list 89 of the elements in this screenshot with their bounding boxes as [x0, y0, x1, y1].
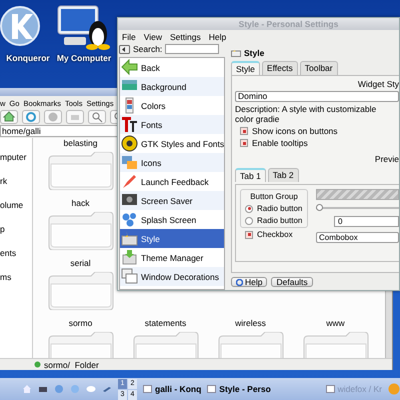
taskbar-button[interactable]: galli - Konq: [143, 384, 202, 394]
window-icon: [207, 385, 216, 393]
checkbox[interactable]: [240, 127, 248, 135]
group-title: Widget Sty: [356, 79, 399, 89]
lifebuoy-icon: [236, 278, 243, 286]
group-title: Previe: [374, 154, 399, 164]
search-label: Search:: [133, 44, 162, 54]
module-list-item[interactable]: Colors: [120, 96, 224, 115]
slider-thumb[interactable]: [316, 204, 323, 211]
tab[interactable]: Effects: [262, 61, 298, 75]
checkbox[interactable]: [240, 139, 248, 147]
module-list-item[interactable]: Screen Saver: [120, 191, 224, 210]
module-list-item[interactable]: GTK Styles and Fonts: [120, 134, 224, 153]
module-list-item[interactable]: Theme Manager: [120, 248, 224, 267]
back-arrow-icon: [121, 59, 138, 76]
folder-label[interactable]: statements: [144, 318, 186, 328]
module-list-item[interactable]: Back: [120, 58, 224, 77]
module-list-item[interactable]: Launch Feedback: [120, 172, 224, 191]
folder-icon: [46, 212, 114, 250]
window-icon: [326, 385, 335, 393]
spin-box[interactable]: 0: [334, 216, 399, 227]
menu-item[interactable]: File: [122, 32, 136, 42]
bubbles-icon: [121, 211, 138, 228]
window-icon: [143, 385, 152, 393]
zoom-in-icon: [91, 110, 103, 122]
page-title: Style: [244, 48, 264, 58]
defaults-button[interactable]: Defaults: [271, 277, 313, 287]
desktop-icon-label[interactable]: Konqueror: [6, 53, 50, 63]
checkbox-label[interactable]: Enable tooltips: [252, 138, 308, 148]
window-title: Style - Personal Settings: [238, 19, 338, 29]
module-list-item[interactable]: Window Decorations: [120, 267, 224, 286]
star-window-icon: [121, 230, 138, 247]
folder-label[interactable]: serial: [70, 258, 91, 268]
stop-icon: [47, 110, 59, 122]
box-icon: [121, 249, 138, 266]
toolbar-button[interactable]: [22, 110, 40, 124]
folder-label[interactable]: wireless: [235, 318, 266, 328]
menu-item[interactable]: Settings: [170, 32, 201, 42]
combobox[interactable]: Combobox: [316, 232, 399, 243]
help-button[interactable]: Help: [231, 277, 268, 287]
menu-item[interactable]: Help: [208, 32, 226, 42]
sidebar-item[interactable]: mputer: [0, 152, 32, 162]
checkbox-label[interactable]: Checkbox: [257, 230, 293, 239]
folder-icon: [46, 272, 114, 310]
desktop-icon-label[interactable]: My Computer: [56, 53, 112, 63]
status-text: sormo/ Folder: [44, 360, 99, 370]
tab[interactable]: Toolbar: [300, 61, 338, 75]
tab[interactable]: Style: [231, 61, 260, 75]
group-title: Button Group: [249, 192, 299, 201]
clear-field-icon[interactable]: [119, 44, 130, 54]
tab[interactable]: Tab 1: [235, 168, 266, 182]
widget-style-combobox[interactable]: Domino: [235, 91, 399, 102]
module-list-item[interactable]: Style: [120, 229, 224, 248]
folder-label[interactable]: www: [326, 318, 345, 328]
folder-label[interactable]: hack: [72, 198, 90, 208]
sidebar-item[interactable]: p: [0, 224, 32, 234]
module-list-item[interactable]: Splash Screen: [120, 210, 224, 229]
checkbox-label[interactable]: Show icons on buttons: [252, 126, 338, 136]
radio-button[interactable]: [245, 216, 253, 224]
radio-button[interactable]: [245, 204, 253, 212]
windows-icon: [121, 154, 138, 171]
taskbar-button[interactable]: Style - Perso: [207, 384, 271, 394]
computer-penguin-icon[interactable]: [56, 4, 112, 50]
folder-label[interactable]: belasting: [63, 138, 98, 148]
module-list-item[interactable]: Background: [120, 77, 224, 96]
description-text: Description: A style with customizable color gradie: [235, 104, 378, 124]
sidebar-item[interactable]: ms: [0, 272, 32, 282]
radio-label[interactable]: Radio button: [257, 204, 302, 213]
sidebar-item[interactable]: olume: [0, 200, 32, 210]
folder-status-icon: [34, 361, 41, 368]
tab[interactable]: Tab 2: [268, 168, 299, 182]
module-list-item[interactable]: Fonts: [120, 115, 224, 134]
search-field[interactable]: [165, 44, 220, 54]
toolbar-button[interactable]: [0, 110, 18, 124]
toolbar-button[interactable]: [88, 110, 106, 124]
letters-icon: [121, 116, 138, 133]
reload-icon: [25, 110, 37, 122]
style-icon: [231, 48, 241, 57]
radio-label[interactable]: Radio button: [257, 216, 302, 225]
toolbar-button[interactable]: [66, 110, 84, 124]
checkbox[interactable]: [245, 230, 253, 238]
menu-item[interactable]: View: [144, 32, 162, 42]
folder-label[interactable]: sormo: [68, 318, 92, 328]
folder-icon: [46, 152, 114, 190]
module-list-item[interactable]: Icons: [120, 153, 224, 172]
home-icon: [3, 110, 15, 122]
sidebar-item[interactable]: rk: [0, 176, 32, 186]
sidebar-item[interactable]: ents: [0, 248, 32, 258]
toolbar-button[interactable]: [44, 110, 62, 124]
